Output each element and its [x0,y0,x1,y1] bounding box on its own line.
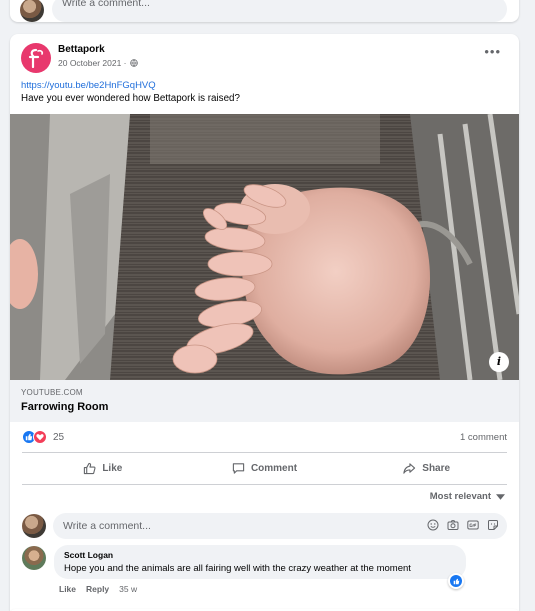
post-link[interactable]: https://youtu.be/be2HnFGqHVQ [21,80,156,91]
gif-icon[interactable] [467,519,479,531]
post-text: Have you ever wondered how Bettapork is … [21,93,240,104]
comment-author[interactable]: Scott Logan [64,550,456,560]
post-timestamp[interactable]: 20 October 2021 · [58,58,138,68]
comment-reaction-badge[interactable] [448,573,464,589]
link-preview[interactable]: YOUTUBE.COM Farrowing Room [10,380,519,422]
previous-post-card: Write a comment... [10,0,519,22]
comment-button[interactable]: Comment [184,458,346,478]
divider [22,452,507,453]
post-options-button[interactable]: ••• [484,45,501,58]
share-icon [403,462,416,474]
reaction-count: 25 [53,431,65,443]
comment-input-placeholder: Write a comment... [62,0,150,9]
page-name[interactable]: Bettapork [58,44,105,55]
comment-label: Comment [250,462,298,474]
comment-reply-button[interactable]: Reply [86,584,109,594]
comment-meta: Like Reply 35 w [59,584,137,594]
caret-down-icon [496,493,505,500]
commenter-avatar[interactable] [22,546,46,570]
comment-time[interactable]: 35 w [119,584,137,594]
comment-like-button[interactable]: Like [59,584,76,594]
info-icon[interactable]: i [489,352,509,372]
sort-label: Most relevant [429,491,491,502]
like-icon [450,575,462,587]
bettapork-logo-icon [28,48,44,68]
comment-bubble: Scott Logan Hope you and the animals are… [54,545,466,579]
divider [22,484,507,485]
comment-icon [232,462,245,474]
page-avatar[interactable] [21,43,51,73]
farrowing-room-photo [10,114,519,380]
globe-icon [129,59,138,67]
thumbs-up-icon [84,462,96,474]
comment-input-placeholder: Write a comment... [63,520,151,532]
love-icon [33,430,47,444]
post-video-thumbnail[interactable]: i [10,114,519,380]
comment-count[interactable]: 1 comment [460,432,507,443]
link-domain: YOUTUBE.COM [21,388,83,397]
current-user-avatar[interactable] [22,514,46,538]
like-label: Like [102,462,123,474]
sticker-icon[interactable] [487,519,499,531]
comment-sort-dropdown[interactable]: Most relevant [430,491,505,502]
current-user-avatar[interactable] [20,0,44,22]
reactions-summary[interactable]: 25 [22,430,64,444]
post-actions: Like Comment Share [22,458,507,478]
post-date[interactable]: 20 October 2021 · [58,58,127,68]
share-label: Share [422,462,451,474]
share-button[interactable]: Share [345,458,507,478]
post-card: Bettapork 20 October 2021 · ••• https://… [10,34,519,611]
comment-input[interactable]: Write a comment... [52,0,507,22]
comment-input-tools [427,519,499,531]
link-title[interactable]: Farrowing Room [21,401,108,413]
emoji-icon[interactable] [427,519,439,531]
comment-input[interactable]: Write a comment... [53,513,507,539]
like-button[interactable]: Like [22,458,184,478]
camera-icon[interactable] [447,519,459,531]
comment-text: Hope you and the animals are all fairing… [64,563,411,574]
